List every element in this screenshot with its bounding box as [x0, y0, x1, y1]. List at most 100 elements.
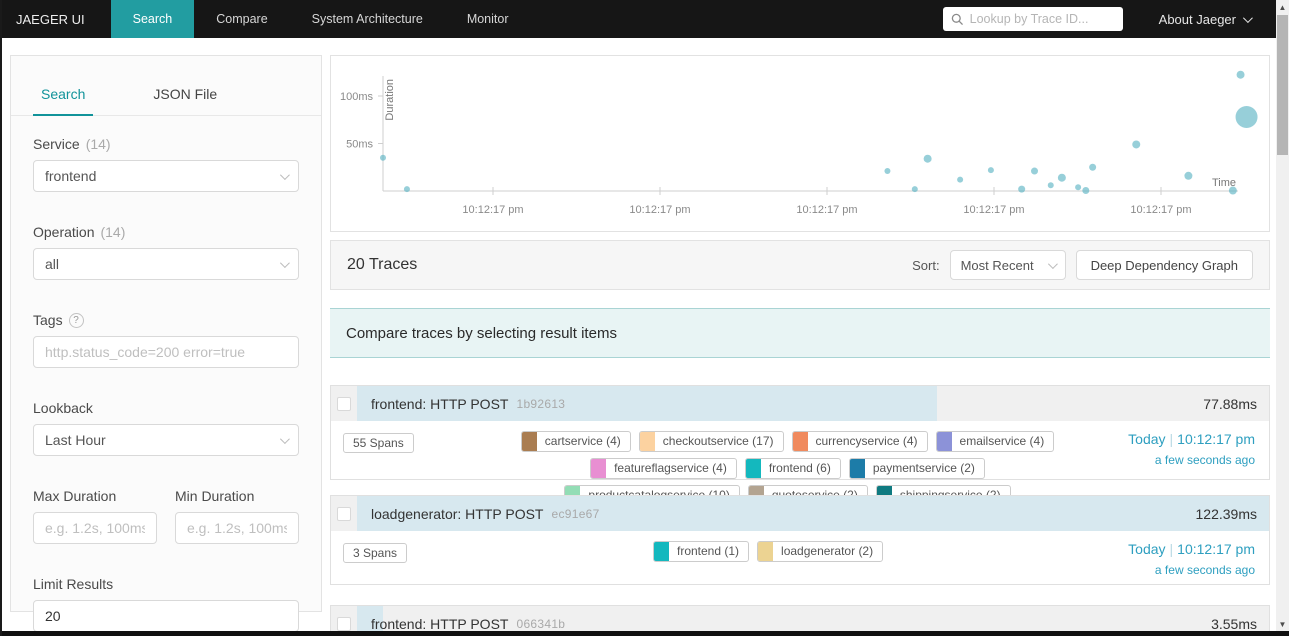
- separator: |: [1169, 541, 1174, 557]
- nav-item-compare[interactable]: Compare: [194, 0, 289, 38]
- max-duration-input[interactable]: [45, 520, 145, 536]
- tab-search[interactable]: Search: [33, 74, 94, 116]
- trace-scatter-point[interactable]: [1236, 70, 1245, 79]
- min-duration-input[interactable]: [187, 520, 287, 536]
- trace-scatter-point[interactable]: [1031, 167, 1039, 175]
- trace-scatter-point[interactable]: [923, 154, 932, 163]
- trace-scatter-point[interactable]: [1132, 140, 1141, 149]
- trace-scatter-point[interactable]: [957, 176, 964, 183]
- vertical-scrollbar[interactable]: ▲ ▼: [1276, 0, 1289, 631]
- trace-when: Today | 10:12:17 pm a few seconds ago: [1082, 541, 1257, 577]
- trace-scatter-point[interactable]: [911, 186, 918, 193]
- search-form: Service (14) frontend Operation (14) all…: [11, 136, 321, 636]
- operation-select[interactable]: all: [33, 248, 299, 280]
- trace-header: loadgenerator: HTTP POST ec91e67 122.39m…: [331, 496, 1269, 531]
- nav-item-system-architecture[interactable]: System Architecture: [290, 0, 445, 38]
- trace-result-item[interactable]: frontend: HTTP POST 1b92613 77.88ms 55 S…: [330, 385, 1270, 506]
- trace-scatter-point[interactable]: [987, 167, 994, 174]
- service-count: (14): [85, 136, 111, 152]
- service-color-swatch: [521, 432, 537, 451]
- nav-item-monitor[interactable]: Monitor: [445, 0, 531, 38]
- tags-label-text: Tags: [33, 312, 63, 328]
- scrollbar-thumb[interactable]: [1277, 15, 1288, 155]
- service-select[interactable]: frontend: [33, 160, 299, 192]
- tab-json-file[interactable]: JSON File: [145, 74, 225, 115]
- help-icon[interactable]: ?: [68, 312, 84, 328]
- trace-header: frontend: HTTP POST 1b92613 77.88ms: [331, 386, 1269, 421]
- trace-time: 10:12:17 pm: [1177, 431, 1255, 447]
- y-tick-label: 100ms: [340, 91, 374, 103]
- sort-select[interactable]: Most Recent: [949, 250, 1066, 280]
- chevron-down-icon: [1047, 258, 1058, 269]
- trace-checkbox[interactable]: [337, 506, 351, 521]
- trace-title[interactable]: frontend: HTTP POST: [371, 616, 508, 632]
- trace-day: Today: [1128, 541, 1166, 557]
- trace-checkbox[interactable]: [337, 396, 351, 411]
- duration-scatter-card: 100ms 50ms 10:12:17 pm 10:12:17 pm 10:12:17 …: [330, 55, 1270, 232]
- trace-scatter-point[interactable]: [380, 154, 386, 161]
- trace-lookup-input[interactable]: [969, 12, 1115, 26]
- trace-scatter-point[interactable]: [1047, 182, 1054, 189]
- service-badge-label: checkoutservice (17): [662, 434, 774, 448]
- service-color-swatch: [849, 459, 865, 478]
- sort-select-value: Most Recent: [960, 257, 1034, 273]
- scroll-down-arrow[interactable]: ▼: [1276, 617, 1289, 631]
- limit-results-wrap: [33, 600, 299, 632]
- service-badge-label: frontend (1): [677, 544, 740, 558]
- jaeger-app: JAEGER UI Search Compare System Architectu…: [0, 0, 1289, 636]
- operation-select-value: all: [45, 256, 60, 272]
- limit-results-input[interactable]: [45, 608, 287, 624]
- app-brand[interactable]: JAEGER UI: [2, 0, 111, 38]
- scroll-up-arrow[interactable]: ▲: [1276, 0, 1289, 14]
- trace-scatter-point[interactable]: [884, 168, 891, 175]
- trace-checkbox[interactable]: [337, 616, 351, 631]
- tags-input[interactable]: [45, 344, 287, 360]
- trace-scatter-point[interactable]: [1184, 171, 1193, 180]
- about-jaeger-menu[interactable]: About Jaeger: [1159, 12, 1253, 27]
- search-sidebar: Search JSON File Service (14) frontend O…: [10, 55, 322, 632]
- trace-result-item[interactable]: loadgenerator: HTTP POST ec91e67 122.39m…: [330, 495, 1270, 585]
- trace-relative-time: a few seconds ago: [1154, 563, 1255, 577]
- trace-scatter-point[interactable]: [1228, 186, 1237, 195]
- service-badge-label: paymentservice (2): [872, 461, 975, 475]
- nav-items: Search Compare System Architecture Monitor: [110, 0, 531, 38]
- trace-scatter-point[interactable]: [1089, 163, 1097, 171]
- trace-count: 20 Traces: [347, 256, 418, 273]
- sort-label: Sort:: [912, 257, 940, 273]
- service-badge: frontend (1): [653, 541, 750, 562]
- service-select-value: frontend: [45, 168, 97, 184]
- chevron-down-icon: [1242, 12, 1253, 23]
- trace-time: 10:12:17 pm: [1177, 541, 1255, 557]
- trace-scatter-point[interactable]: [403, 186, 410, 193]
- trace-scatter-point[interactable]: [1075, 184, 1082, 191]
- nav-item-search[interactable]: Search: [110, 0, 195, 38]
- search-icon: [951, 13, 963, 25]
- service-color-swatch: [745, 459, 761, 478]
- service-color-swatch: [591, 459, 607, 478]
- lookback-select[interactable]: Last Hour: [33, 424, 299, 456]
- service-badge: checkoutservice (17): [638, 431, 784, 452]
- trace-scatter-point[interactable]: [1057, 173, 1066, 182]
- trace-title[interactable]: loadgenerator: HTTP POST: [371, 506, 543, 522]
- chevron-down-icon: [279, 433, 290, 444]
- service-badge: cartservice (4): [520, 431, 631, 452]
- trace-lookup-box: [942, 7, 1123, 31]
- lookback-label-text: Lookback: [33, 400, 93, 416]
- trace-scatter-plot: 100ms 50ms 10:12:17 pm 10:12:17 pm 10:12:17 …: [340, 70, 1258, 216]
- trace-scatter-point[interactable]: [1082, 187, 1090, 195]
- service-badge-label: currencyservice (4): [815, 434, 918, 448]
- service-badge: currencyservice (4): [791, 431, 928, 452]
- trace-scatter-point[interactable]: [1018, 185, 1026, 193]
- y-tick-label: 50ms: [346, 139, 373, 151]
- operation-label: Operation (14): [33, 224, 299, 240]
- deep-dependency-graph-button[interactable]: Deep Dependency Graph: [1075, 250, 1253, 280]
- span-count-badge: 3 Spans: [343, 543, 408, 563]
- tags-input-wrap: [33, 336, 299, 368]
- service-color-swatch: [758, 542, 774, 561]
- top-navbar: JAEGER UI Search Compare System Architectu…: [2, 0, 1278, 38]
- limit-results-label-text: Limit Results: [33, 576, 114, 592]
- trace-scatter-point[interactable]: [1235, 106, 1258, 129]
- trace-body: 3 Spans frontend (1) loadgenerator (2) To…: [331, 531, 1269, 589]
- max-duration-label-text: Max Duration: [33, 488, 117, 504]
- trace-title[interactable]: frontend: HTTP POST: [371, 396, 508, 412]
